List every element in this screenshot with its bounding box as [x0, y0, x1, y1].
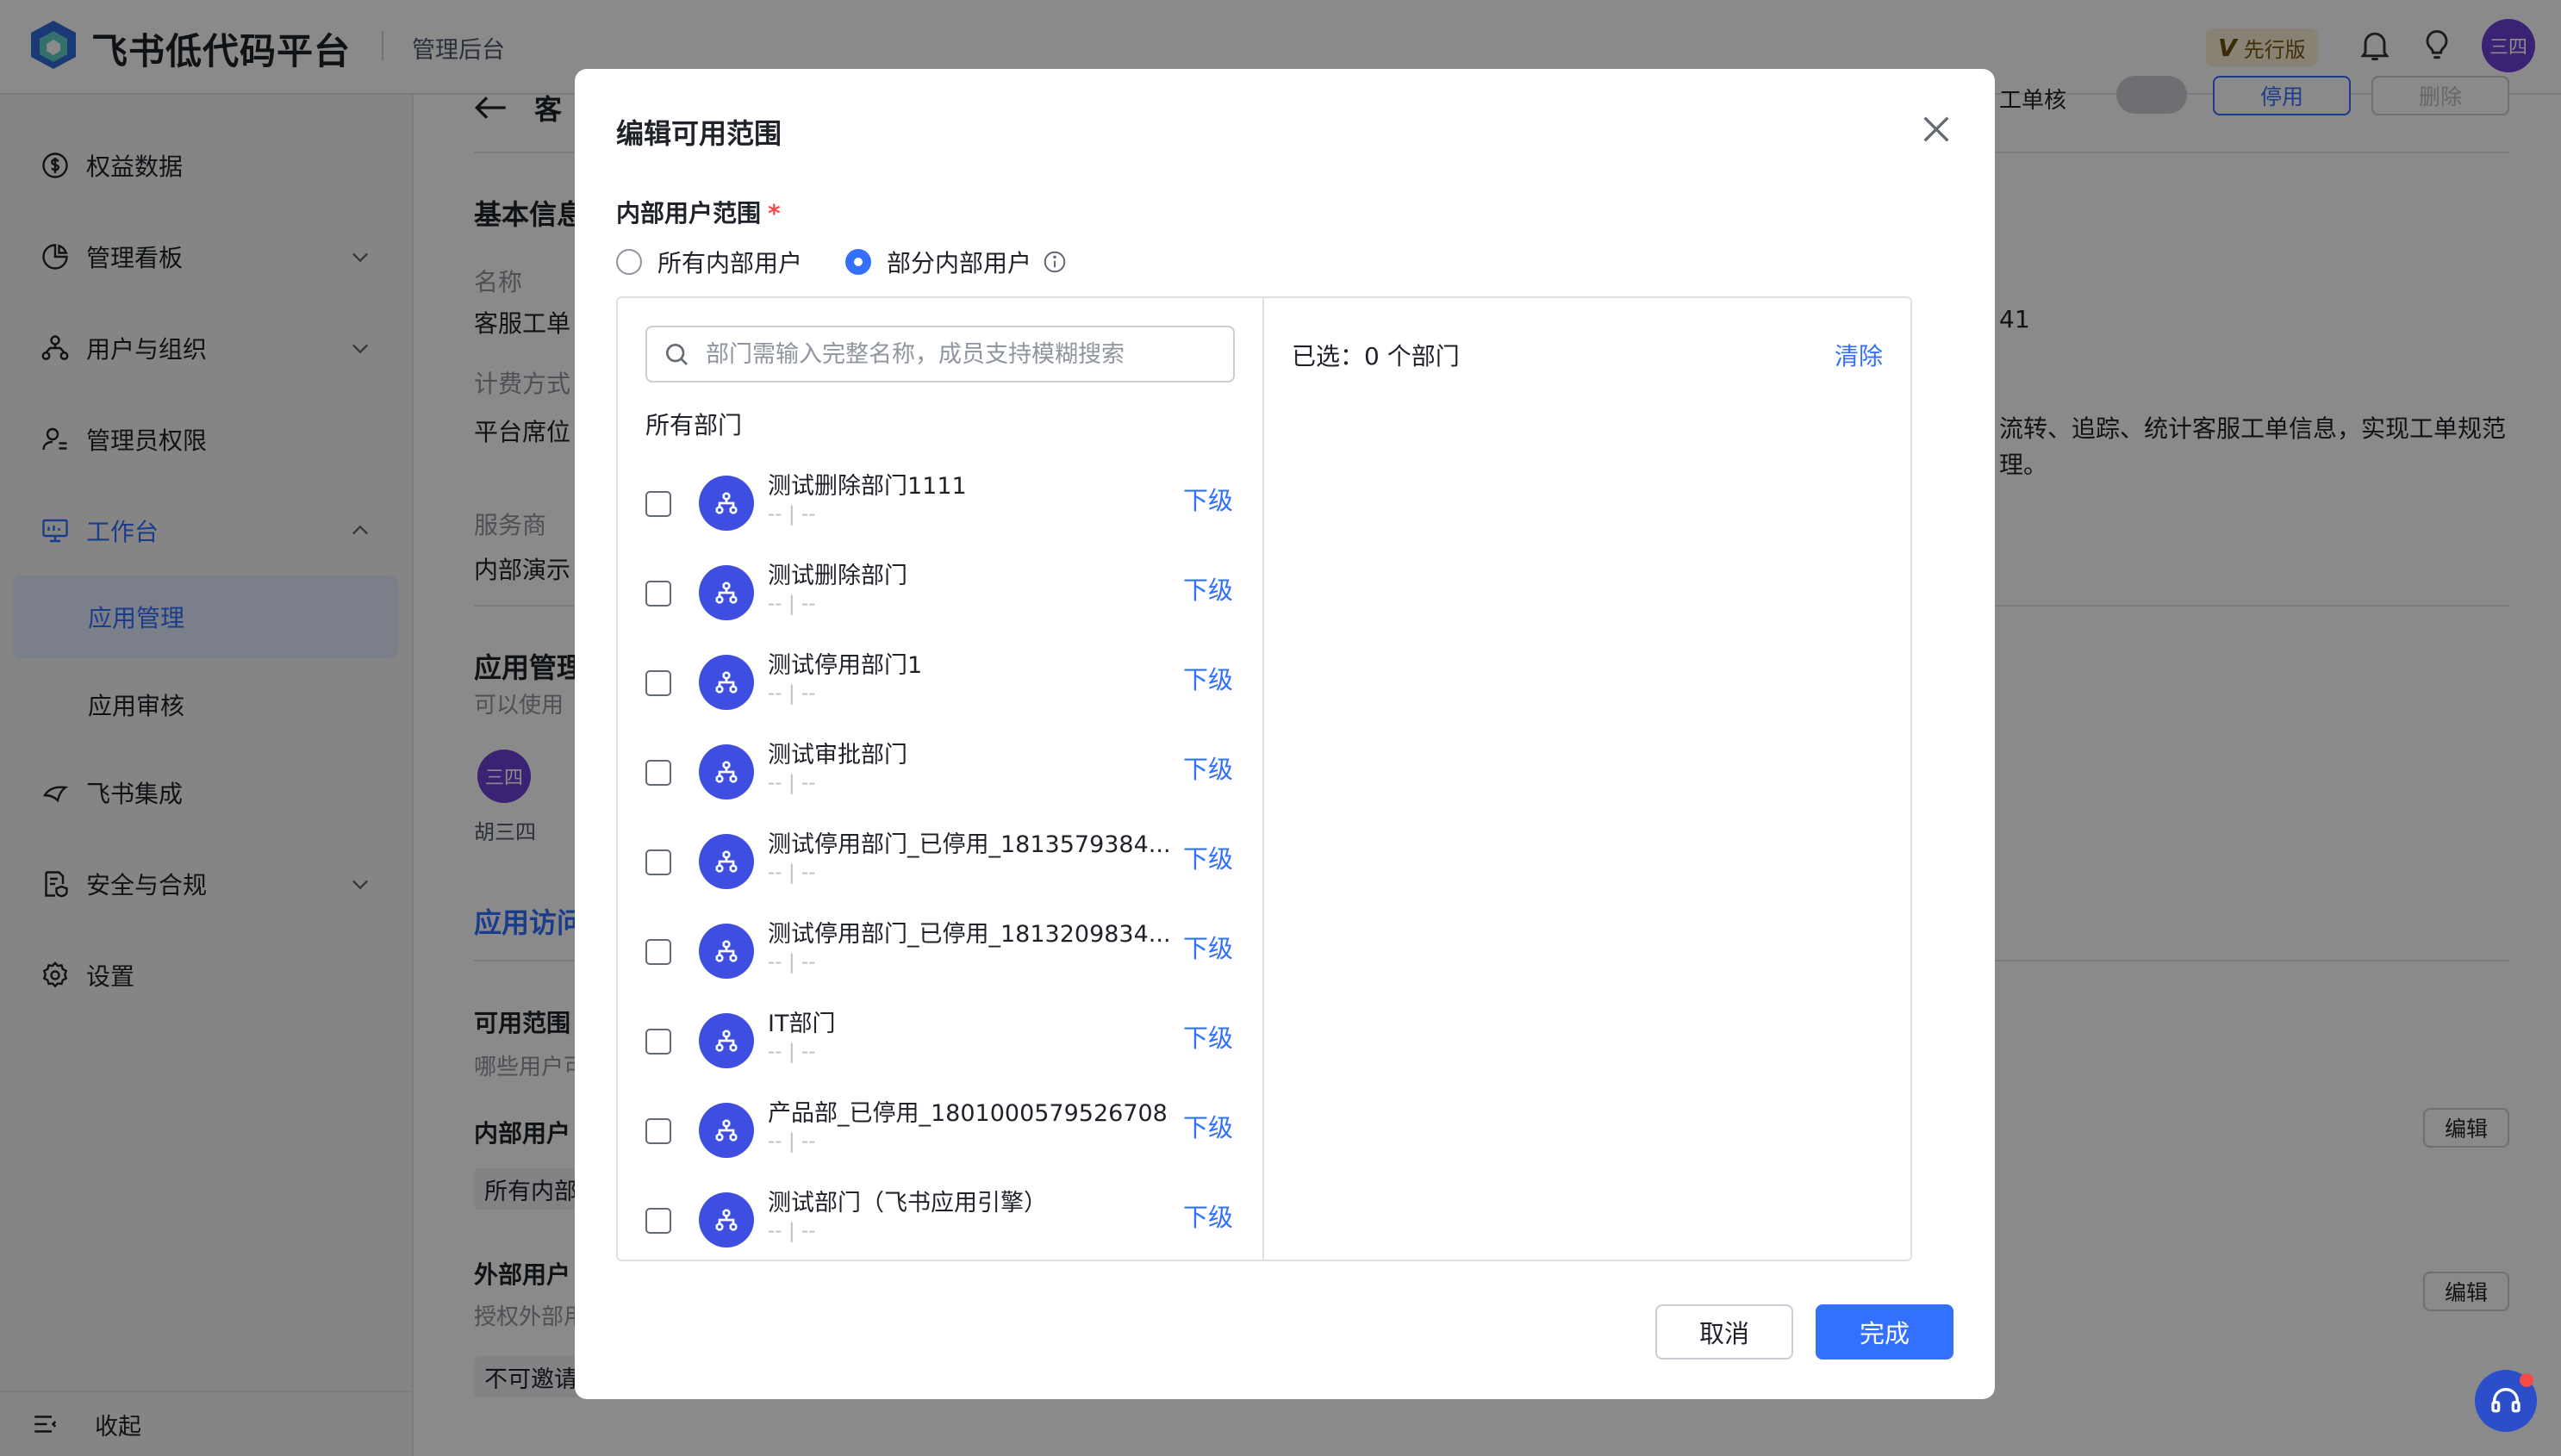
radio-all-internal-users[interactable]: 所有内部用户	[616, 245, 802, 279]
edit-scope-dialog: 编辑可用范围 内部用户范围* 所有内部用户 部分内部用户 所有部门	[575, 69, 1995, 1399]
radio-unchecked[interactable]	[616, 249, 642, 275]
department-name: 测试删除部门1111	[768, 473, 967, 500]
internal-scope-label-text: 内部用户范围	[616, 199, 762, 227]
next-level-link[interactable]: 下级	[1183, 481, 1233, 517]
department-checkbox[interactable]	[645, 939, 671, 965]
list-item[interactable]: 测试删除部门1111 -- | -- 下级	[618, 460, 1261, 550]
required-mark: *	[768, 199, 781, 227]
department-meta: -- | --	[768, 1041, 816, 1063]
org-tree-icon	[715, 492, 738, 514]
department-meta: -- | --	[768, 503, 816, 526]
department-checkbox[interactable]	[645, 849, 671, 875]
list-item[interactable]: 测试删除部门 -- | -- 下级	[618, 550, 1261, 639]
department-name: 测试删除部门	[768, 563, 907, 589]
org-tree-icon	[715, 850, 738, 873]
next-level-link[interactable]: 下级	[1183, 1198, 1233, 1234]
org-tree-icon	[715, 582, 738, 604]
department-picker: 所有部门 测试删除部门1111 -- | -- 下级 测试删除部门 -- | -…	[616, 296, 1912, 1261]
clear-selection-link[interactable]: 清除	[1835, 338, 1883, 372]
list-item[interactable]: 测试停用部门_已停用_1813579384... -- | -- 下级	[618, 818, 1261, 908]
confirm-button[interactable]: 完成	[1816, 1304, 1953, 1360]
department-meta: -- | --	[768, 1130, 816, 1153]
department-search[interactable]	[645, 326, 1235, 383]
org-tree-icon	[715, 1209, 738, 1231]
department-name: 测试审批部门	[768, 742, 907, 768]
selected-count: 已选：0 个部门	[1292, 342, 1460, 370]
next-level-link[interactable]: 下级	[1183, 839, 1233, 875]
list-item[interactable]: 测试部门（飞书应用引擎） -- | -- 下级	[618, 1177, 1261, 1266]
department-name: 测试部门（飞书应用引擎）	[768, 1190, 1047, 1216]
all-departments-breadcrumb[interactable]: 所有部门	[645, 407, 742, 441]
search-input[interactable]	[706, 340, 1223, 368]
next-level-link[interactable]: 下级	[1183, 570, 1233, 607]
next-level-link[interactable]: 下级	[1183, 929, 1233, 965]
department-checkbox[interactable]	[645, 1029, 671, 1055]
department-avatar	[699, 476, 754, 531]
scope-radio-group: 所有内部用户 部分内部用户	[616, 245, 1068, 279]
headset-icon	[2491, 1388, 2520, 1413]
list-item[interactable]: 测试停用部门_已停用_1813209834... -- | -- 下级	[618, 908, 1261, 998]
department-checkbox[interactable]	[645, 1118, 671, 1144]
close-icon[interactable]	[1919, 112, 1953, 146]
department-checkbox[interactable]	[645, 760, 671, 786]
department-avatar	[699, 1013, 754, 1068]
department-meta: -- | --	[768, 951, 816, 974]
department-list-pane: 所有部门 测试删除部门1111 -- | -- 下级 测试删除部门 -- | -…	[618, 298, 1264, 1260]
radio-partial-internal-users[interactable]: 部分内部用户	[845, 245, 1068, 279]
department-name: 测试停用部门_已停用_1813579384...	[768, 831, 1171, 858]
cancel-button[interactable]: 取消	[1655, 1304, 1793, 1360]
department-name: 产品部_已停用_1801000579526708	[768, 1100, 1168, 1127]
department-name: IT部门	[768, 1011, 836, 1037]
selected-pane: 已选：0 个部门 清除	[1264, 298, 1910, 1260]
department-checkbox[interactable]	[645, 491, 671, 517]
list-item[interactable]: IT部门 -- | -- 下级	[618, 998, 1261, 1087]
department-meta: -- | --	[768, 1220, 816, 1242]
department-avatar	[699, 565, 754, 620]
department-checkbox[interactable]	[645, 1208, 671, 1234]
radio-checked[interactable]	[845, 249, 872, 275]
department-name: 测试停用部门1	[768, 652, 923, 679]
department-avatar	[699, 744, 754, 800]
org-tree-icon	[715, 1119, 738, 1142]
department-avatar	[699, 1192, 754, 1248]
department-meta: -- | --	[768, 862, 816, 884]
info-icon[interactable]	[1042, 249, 1068, 275]
org-tree-icon	[715, 940, 738, 962]
next-level-link[interactable]: 下级	[1183, 750, 1233, 786]
department-name: 测试停用部门_已停用_1813209834...	[768, 921, 1171, 948]
notification-dot	[2520, 1373, 2533, 1387]
list-item[interactable]: 测试审批部门 -- | -- 下级	[618, 729, 1261, 818]
help-button[interactable]	[2475, 1370, 2537, 1432]
org-tree-icon	[715, 671, 738, 694]
department-list: 测试删除部门1111 -- | -- 下级 测试删除部门 -- | -- 下级 …	[618, 460, 1261, 1266]
internal-scope-label: 内部用户范围 *	[616, 195, 781, 229]
search-icon	[666, 344, 688, 365]
department-meta: -- | --	[768, 772, 816, 794]
org-tree-icon	[715, 1030, 738, 1052]
department-checkbox[interactable]	[645, 670, 671, 696]
department-avatar	[699, 1103, 754, 1158]
org-tree-icon	[715, 761, 738, 783]
next-level-link[interactable]: 下级	[1183, 660, 1233, 696]
radio-all-label: 所有内部用户	[657, 249, 803, 277]
list-item[interactable]: 测试停用部门1 -- | -- 下级	[618, 639, 1261, 729]
department-meta: -- | --	[768, 682, 816, 705]
department-checkbox[interactable]	[645, 581, 671, 607]
next-level-link[interactable]: 下级	[1183, 1018, 1233, 1055]
list-item[interactable]: 产品部_已停用_1801000579526708 -- | -- 下级	[618, 1087, 1261, 1177]
department-meta: -- | --	[768, 593, 816, 615]
next-level-link[interactable]: 下级	[1183, 1108, 1233, 1144]
department-avatar	[699, 834, 754, 889]
department-avatar	[699, 924, 754, 979]
dialog-title: 编辑可用范围	[616, 117, 782, 150]
department-avatar	[699, 655, 754, 710]
radio-partial-label: 部分内部用户	[887, 249, 1032, 277]
